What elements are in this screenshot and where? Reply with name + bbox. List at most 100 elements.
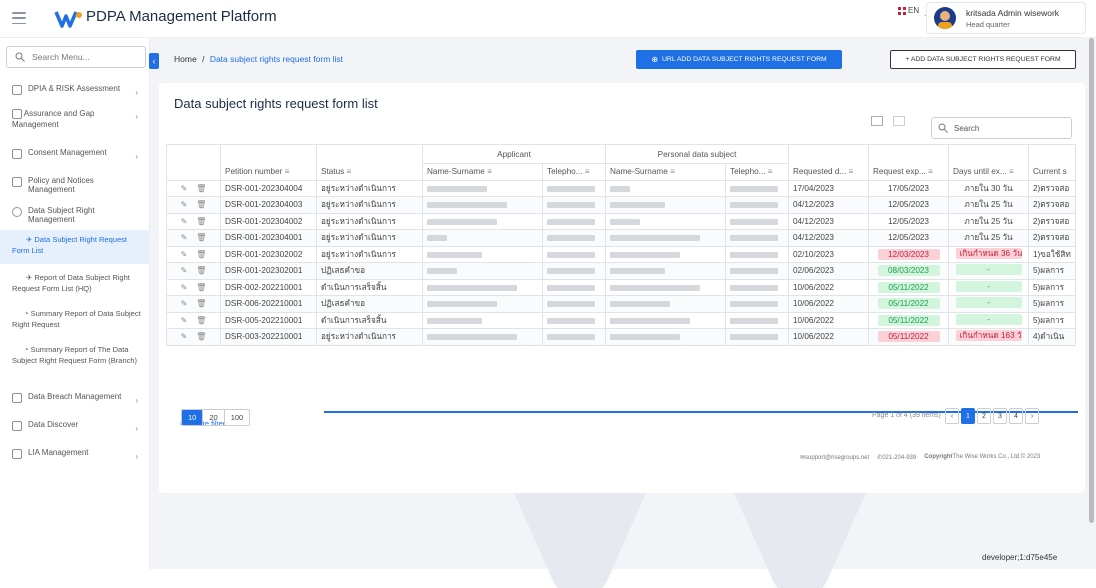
- chevron-right-icon: ›: [135, 152, 138, 161]
- filter-icon[interactable]: ≡: [585, 167, 590, 176]
- page-button-3[interactable]: 3: [993, 408, 1007, 424]
- sidebar-subitem-report-hq[interactable]: ✈ Report of Data Subject Right Request F…: [0, 272, 150, 298]
- delete-icon[interactable]: 🗑: [196, 233, 206, 242]
- column-header-days[interactable]: Days until ex... ≡: [948, 144, 1029, 181]
- search-icon: [15, 52, 25, 62]
- sidebar-subitem-dsr-list[interactable]: ✈ Data Subject Right Request Form List: [0, 230, 150, 264]
- sidebar-item-discover[interactable]: Data Discover ›: [0, 420, 150, 438]
- status-cell: อยู่ระหว่างดำเนินการ: [316, 245, 423, 263]
- next-page-button[interactable]: ›: [1025, 408, 1039, 424]
- edit-icon[interactable]: ✎: [181, 233, 188, 242]
- sidebar-collapse-button[interactable]: ‹: [149, 53, 159, 69]
- column-header-petition[interactable]: Petition number ≡: [220, 144, 317, 181]
- table-search-input[interactable]: Search: [931, 117, 1072, 139]
- edit-icon[interactable]: ✎: [181, 283, 188, 292]
- column-header-requested[interactable]: Requested d... ≡: [788, 144, 869, 181]
- edit-icon[interactable]: ✎: [181, 332, 188, 341]
- filter-icon[interactable]: ≡: [1009, 167, 1014, 176]
- column-header-subject-tel[interactable]: Telepho... ≡: [725, 163, 789, 181]
- days-badge: -: [955, 264, 1022, 276]
- page-size-20[interactable]: 20: [203, 410, 225, 425]
- days-until-expire-cell: ภายใน 25 วัน: [948, 229, 1029, 247]
- table-row[interactable]: ✎ 🗑 DSR-001-202302002 อยู่ระหว่างดำเนินการ 0…: [166, 245, 1076, 263]
- table-row[interactable]: ✎ 🗑 DSR-001-202302001 ปฏิเสธคำขอ 02/06/2023 0…: [166, 262, 1076, 280]
- delete-icon[interactable]: 🗑: [196, 266, 206, 275]
- table-row[interactable]: ✎ 🗑 DSR-001-202304004 อยู่ระหว่างดำเนินการ 1…: [166, 179, 1076, 197]
- table-row[interactable]: ✎ 🗑 DSR-006-202210001 ปฏิเสธคำขอ 10/06/2022 0…: [166, 295, 1076, 313]
- sidebar-item-breach[interactable]: Data Breach Management ›: [0, 392, 150, 410]
- subject-tel-cell: [725, 245, 789, 263]
- delete-icon[interactable]: 🗑: [196, 316, 206, 325]
- sidebar-subitem-summary-branch[interactable]: ◔ Summary Report of The Data Subject Rig…: [0, 344, 150, 382]
- link-icon: ⊕: [651, 55, 659, 64]
- column-header-applicant-tel[interactable]: Telepho... ≡: [542, 163, 606, 181]
- sidebar-item-lia[interactable]: LIA Management ›: [0, 448, 150, 466]
- edit-icon[interactable]: ✎: [181, 200, 188, 209]
- sidebar-item-dsr[interactable]: Data Subject Right Management: [0, 206, 150, 224]
- column-header-current[interactable]: Current s: [1028, 144, 1076, 181]
- filter-icon[interactable]: ≡: [347, 167, 352, 176]
- delete-icon[interactable]: 🗑: [196, 250, 206, 259]
- table-row[interactable]: ✎ 🗑 DSR-001-202304002 อยู่ระหว่างดำเนินการ 0…: [166, 212, 1076, 230]
- edit-icon[interactable]: ✎: [181, 217, 188, 226]
- petition-number-cell: DSR-001-202302001: [220, 262, 317, 280]
- delete-icon[interactable]: 🗑: [196, 217, 206, 226]
- main-content: Home / Data subject rights request form …: [150, 38, 1096, 588]
- user-menu[interactable]: kritsada Admin wisework Head quarter: [926, 2, 1086, 34]
- breadcrumb-home[interactable]: Home: [174, 54, 197, 64]
- delete-icon[interactable]: 🗑: [196, 332, 206, 341]
- edit-icon[interactable]: ✎: [181, 299, 188, 308]
- sidebar-subitem-summary[interactable]: ◔ Summary Report of Data Subject Right R…: [0, 308, 150, 334]
- sidebar-search-input[interactable]: Search Menu...: [6, 46, 146, 68]
- sidebar-item-consent[interactable]: Consent Management ›: [0, 148, 150, 166]
- filter-icon[interactable]: ≡: [768, 167, 773, 176]
- days-until-expire-cell: -: [948, 311, 1029, 329]
- page-vertical-scrollbar[interactable]: [1089, 38, 1094, 523]
- column-header-applicant-name[interactable]: Name-Surname ≡: [422, 163, 543, 181]
- column-header-expire[interactable]: Request exp... ≡: [868, 144, 949, 181]
- table-row[interactable]: ✎ 🗑 DSR-001-202304003 อยู่ระหว่างดำเนินการ 0…: [166, 196, 1076, 214]
- requested-date-cell: 10/06/2022: [788, 295, 869, 313]
- sidebar-item-dpia[interactable]: DPIA & RISK Assessment ›: [0, 84, 150, 102]
- table-row[interactable]: ✎ 🗑 DSR-001-202304001 อยู่ระหว่างดำเนินการ 0…: [166, 229, 1076, 247]
- delete-icon[interactable]: 🗑: [196, 184, 206, 193]
- edit-icon[interactable]: ✎: [181, 184, 188, 193]
- add-request-form-button[interactable]: + ADD DATA SUBJECT RIGHTS REQUEST FORM: [890, 50, 1076, 69]
- prev-page-button[interactable]: ‹: [945, 408, 959, 424]
- column-chooser-icon[interactable]: [871, 116, 883, 126]
- language-selector[interactable]: EN ⌄: [898, 3, 928, 18]
- delete-icon[interactable]: 🗑: [196, 283, 206, 292]
- edit-icon[interactable]: ✎: [181, 266, 188, 275]
- user-role: Head quarter: [966, 20, 1010, 29]
- page-size-100[interactable]: 100: [225, 410, 250, 425]
- table-row[interactable]: ✎ 🗑 DSR-002-202210001 ดำเนินการเสร็จสิ้น 10/…: [166, 278, 1076, 296]
- filter-icon[interactable]: ≡: [487, 167, 492, 176]
- edit-icon[interactable]: ✎: [181, 250, 188, 259]
- delete-icon[interactable]: 🗑: [196, 200, 206, 209]
- filter-icon[interactable]: ≡: [928, 167, 933, 176]
- filter-icon[interactable]: ≡: [285, 167, 290, 176]
- filter-icon[interactable]: ≡: [849, 167, 854, 176]
- sidebar-item-assurance[interactable]: Assurance and Gap Management ›: [0, 108, 150, 138]
- page-button-1[interactable]: 1: [961, 408, 975, 424]
- row-actions: ✎ 🗑: [166, 179, 221, 197]
- filter-icon[interactable]: ≡: [670, 167, 675, 176]
- applicant-tel-cell: [542, 328, 606, 346]
- column-header-status[interactable]: Status ≡: [316, 144, 423, 181]
- page-button-2[interactable]: 2: [977, 408, 991, 424]
- delete-icon[interactable]: 🗑: [196, 299, 206, 308]
- column-header-subject-name[interactable]: Name-Surname ≡: [605, 163, 726, 181]
- page-button-4[interactable]: 4: [1009, 408, 1023, 424]
- chevron-right-icon: ›: [135, 452, 138, 461]
- app-title: PDPA Management Platform: [86, 8, 277, 25]
- page-size-10[interactable]: 10: [182, 410, 204, 425]
- edit-icon[interactable]: ✎: [181, 316, 188, 325]
- table-row[interactable]: ✎ 🗑 DSR-003-202210001 อยู่ระหว่างดำเนินการ 1…: [166, 328, 1076, 346]
- footer-email[interactable]: ✉support@risegroups.net: [800, 454, 869, 461]
- current-step-cell: 4)ดำเนิน: [1028, 328, 1076, 346]
- menu-toggle-icon[interactable]: [12, 12, 26, 24]
- table-row[interactable]: ✎ 🗑 DSR-005-202210001 ดำเนินการเสร็จสิ้น 10/…: [166, 311, 1076, 329]
- url-add-request-form-button[interactable]: ⊕ URL ADD DATA SUBJECT RIGHTS REQUEST FO…: [636, 50, 842, 69]
- sidebar-item-policy[interactable]: Policy and Notices Management: [0, 176, 150, 194]
- layout-toggle-icon[interactable]: [893, 116, 905, 126]
